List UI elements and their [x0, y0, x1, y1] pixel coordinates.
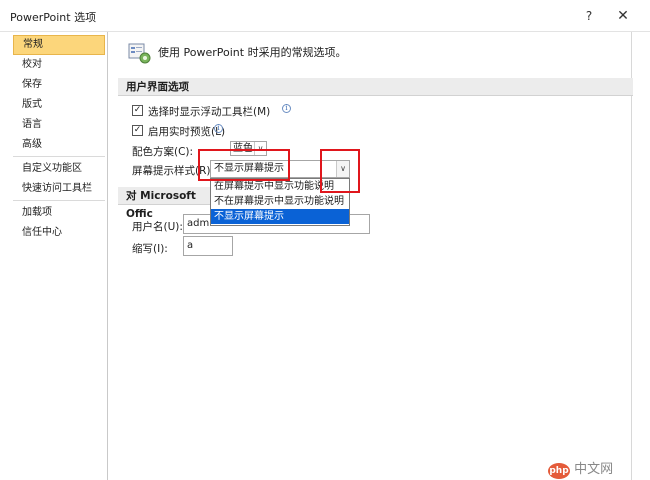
watermark: php 中文网	[548, 458, 613, 479]
window-title: PowerPoint 选项	[10, 11, 97, 24]
dropdown-option-selected[interactable]: 不显示屏幕提示	[211, 209, 349, 224]
highlight-box-arrow	[320, 149, 360, 193]
options-header-icon	[128, 43, 151, 64]
info-icon: i	[214, 124, 223, 133]
sidebar-divider	[13, 156, 105, 157]
info-icon: i	[282, 104, 291, 113]
sidebar-item-advanced[interactable]: 高级	[13, 135, 105, 155]
sidebar-item-proofing[interactable]: 校对	[13, 55, 105, 75]
mini-toolbar-label: 选择时显示浮动工具栏(M)	[148, 106, 271, 118]
highlight-box-select	[198, 149, 290, 181]
sidebar-item-customize-ribbon[interactable]: 自定义功能区	[13, 159, 105, 179]
sidebar-item-general[interactable]: 常规	[13, 35, 105, 55]
watermark-text: 中文网	[574, 462, 614, 477]
watermark-logo: php	[548, 463, 570, 479]
ui-options-section-title: 用户界面选项	[118, 78, 633, 96]
title-bar: PowerPoint 选项 ? ✕	[0, 0, 650, 32]
sidebar-item-language[interactable]: 语言	[13, 115, 105, 135]
dropdown-option[interactable]: 不在屏幕提示中显示功能说明	[211, 194, 349, 209]
checkbox-checked-icon[interactable]: ✓	[132, 125, 143, 136]
sidebar-item-quick-access-toolbar[interactable]: 快速访问工具栏	[13, 179, 105, 199]
close-button[interactable]: ✕	[610, 6, 636, 26]
username-label: 用户名(U):	[132, 221, 183, 233]
sidebar-item-layout[interactable]: 版式	[13, 95, 105, 115]
initials-label: 缩写(I):	[132, 243, 168, 255]
checkbox-checked-icon[interactable]: ✓	[132, 105, 143, 116]
sidebar-divider	[13, 200, 105, 201]
sidebar-nav: 常规 校对 保存 版式 语言 高级 自定义功能区 快速访问工具栏 加载项 信任中…	[9, 32, 108, 480]
color-scheme-label: 配色方案(C):	[132, 146, 194, 158]
initials-input[interactable]: a	[183, 236, 233, 256]
content-panel: 使用 PowerPoint 时采用的常规选项。 用户界面选项 ✓ 选择时显示浮动…	[110, 32, 650, 480]
personalize-section-title: 对 Microsoft Offic	[118, 187, 210, 220]
sidebar-item-trust-center[interactable]: 信任中心	[13, 223, 105, 243]
header-description: 使用 PowerPoint 时采用的常规选项。	[158, 46, 347, 59]
sidebar-item-save[interactable]: 保存	[13, 75, 105, 95]
sidebar-item-add-ins[interactable]: 加载项	[13, 203, 105, 223]
help-button[interactable]: ?	[578, 6, 600, 26]
